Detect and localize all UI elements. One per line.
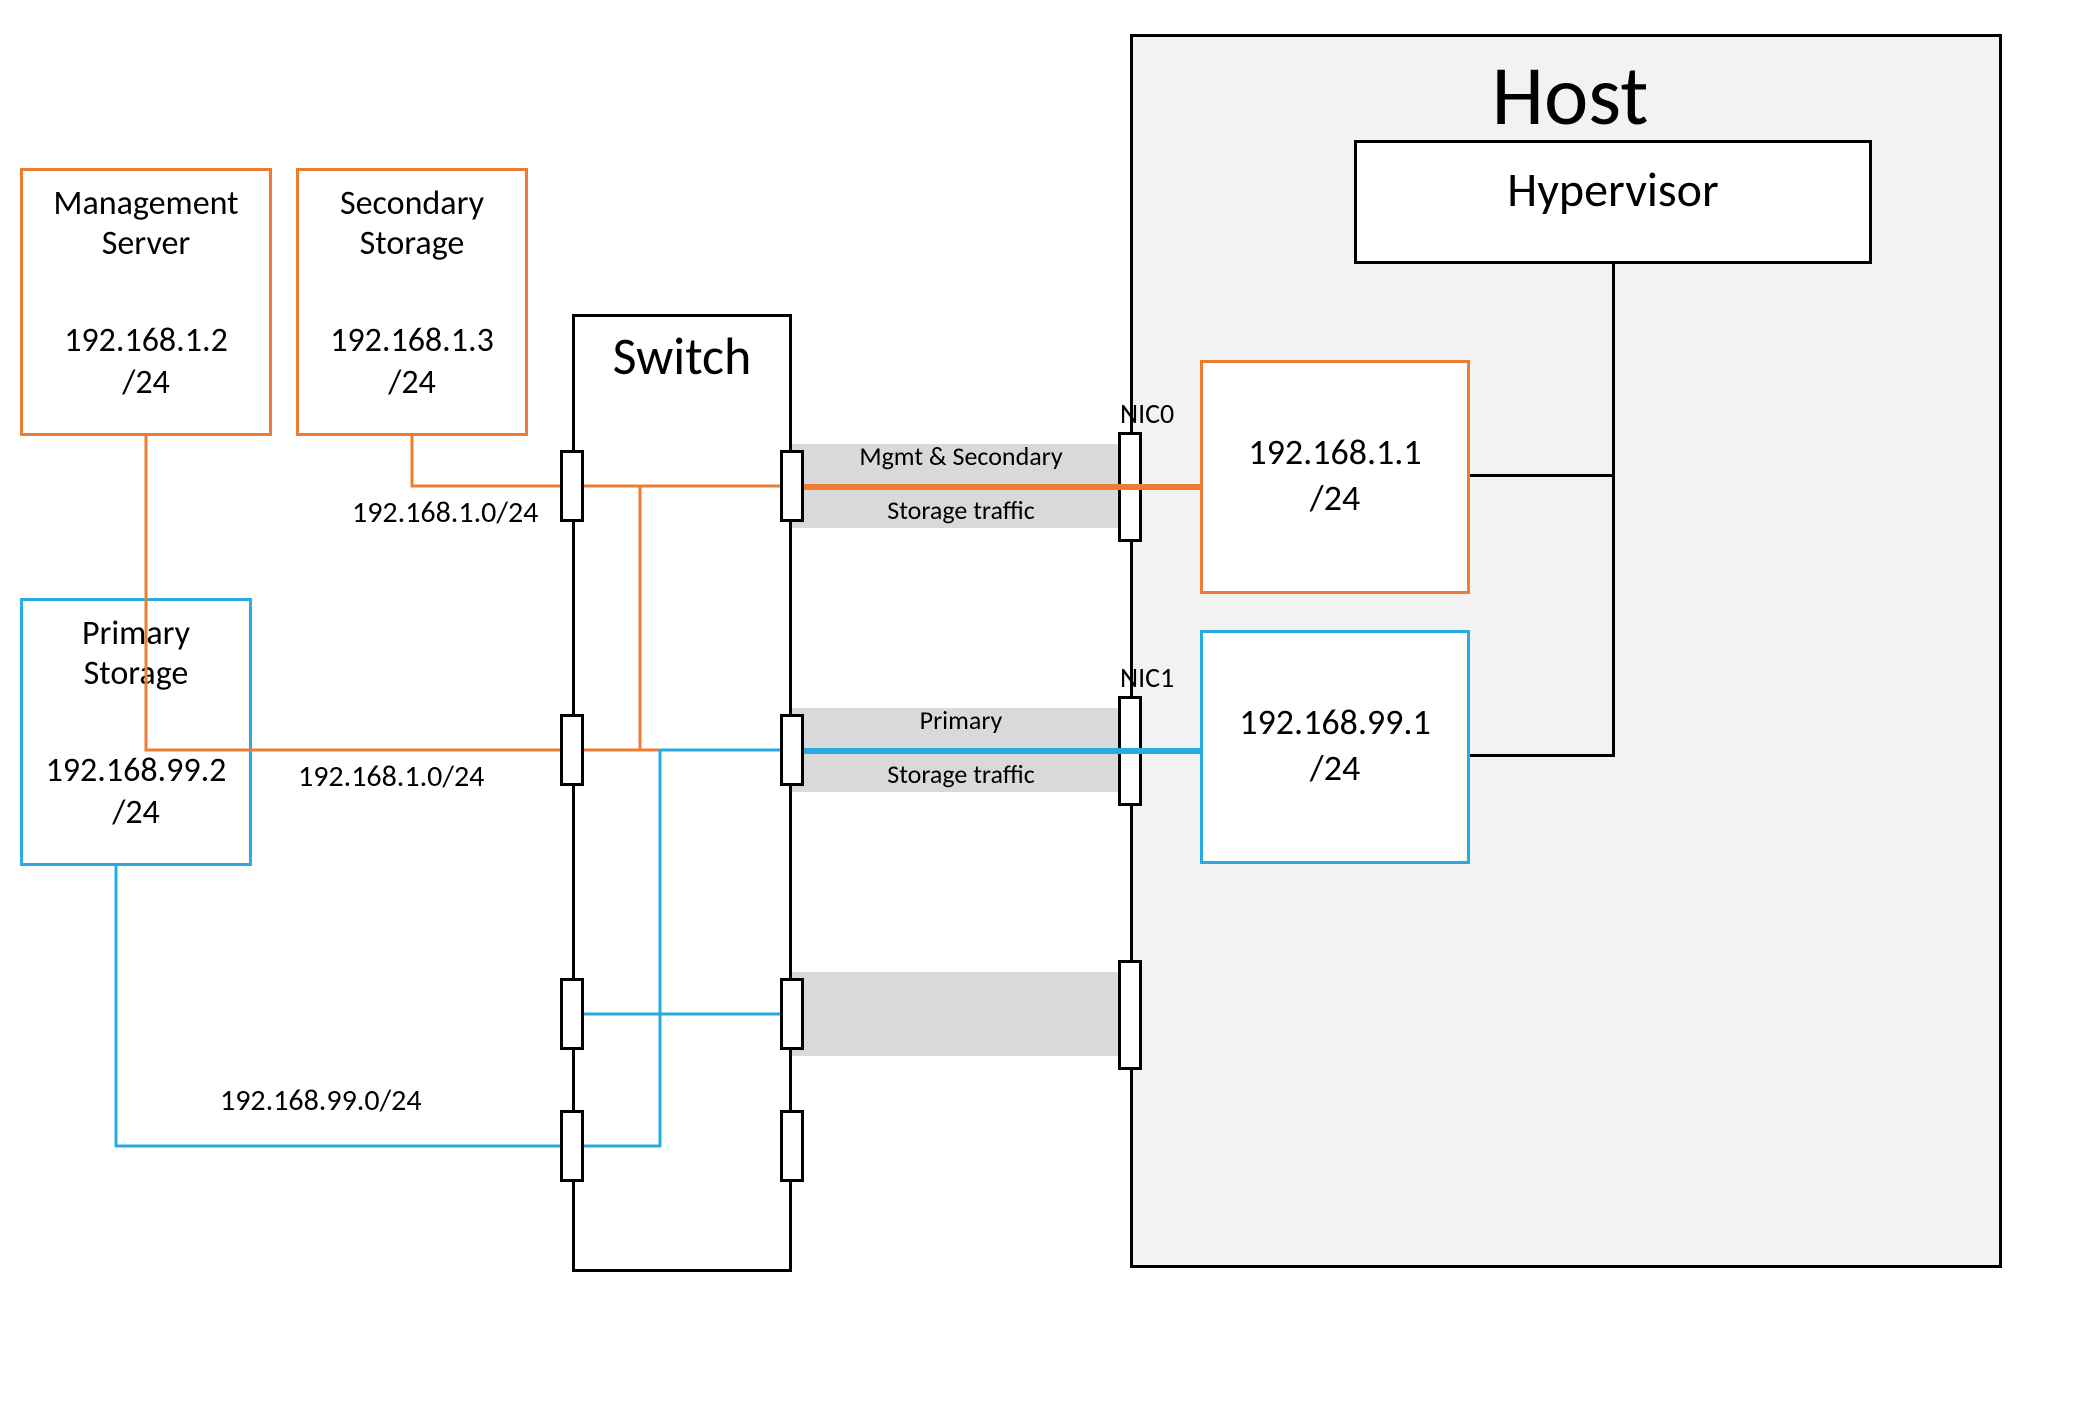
mgmt-ip: 192.168.1.2 [20,320,272,361]
mgmt-traffic-l2: Storage traffic [792,494,1130,526]
host-port-3 [1118,960,1142,1070]
hypervisor-title: Hypervisor [1354,160,1872,219]
hv-nic0-horz [1470,474,1615,477]
switch-box [572,314,792,1272]
hv-nic1-vert [1612,264,1615,754]
switch-port-r3 [780,978,804,1050]
nic0-mask: /24 [1200,476,1470,520]
hv-nic1-horz [1470,754,1615,757]
mgmt-mask: /24 [20,362,272,403]
primary-mask: /24 [20,792,252,833]
secondary-mask: /24 [296,362,528,403]
switch-port-l2 [560,714,584,786]
net-label-mgmt: 192.168.1.0/24 [298,758,484,795]
switch-title: Switch [572,324,792,388]
nic0-ip: 192.168.1.1 [1200,430,1470,474]
primary-title: Primary Storage [20,614,252,694]
switch-port-r4 [780,1110,804,1182]
net-label-primary: 192.168.99.0/24 [220,1082,422,1119]
nic1-mask: /24 [1200,746,1470,790]
switch-port-l4 [560,1110,584,1182]
primary-ip: 192.168.99.2 [20,750,252,791]
nic1-label: NIC1 [1120,660,1174,695]
nic1-link [804,748,1200,754]
wire-secondary [412,436,560,486]
switch-port-l3 [560,978,584,1050]
mgmt-title: Management Server [20,184,272,264]
primary-traffic-l2: Storage traffic [792,758,1130,790]
primary-traffic-l1: Primary [792,704,1130,736]
nic1-ip: 192.168.99.1 [1200,700,1470,744]
switch-port-l1 [560,450,584,522]
nic0-label: NIC0 [1120,396,1174,431]
secondary-ip: 192.168.1.3 [296,320,528,361]
net-label-sec: 192.168.1.0/24 [352,494,538,531]
secondary-title: Secondary Storage [296,184,528,264]
host-title: Host [1420,44,1720,147]
nic0-link [804,484,1200,490]
mgmt-traffic-l1: Mgmt & Secondary [792,440,1130,472]
traffic-bar-3 [792,972,1130,1056]
diagram-stage: Host Hypervisor NIC0 192.168.1.1 /24 NIC… [0,0,2088,1422]
